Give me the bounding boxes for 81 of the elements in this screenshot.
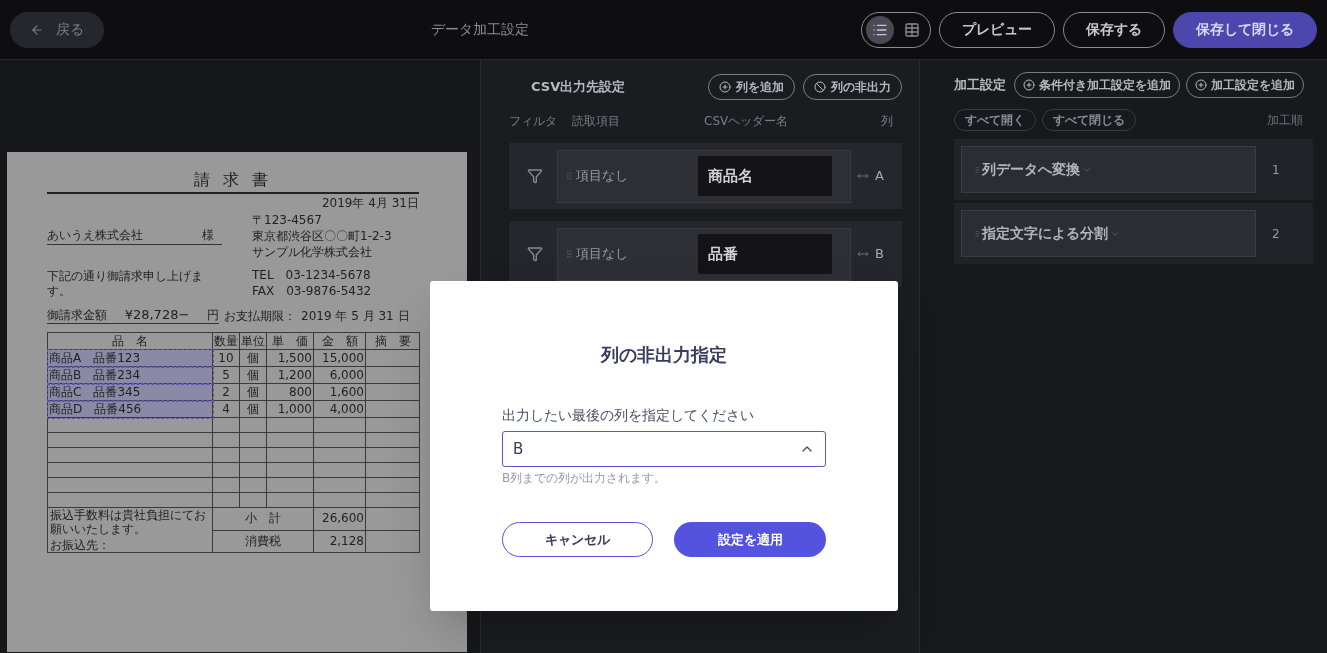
bank-label: お振込先：: [50, 538, 111, 552]
order-label: 加工順: [1267, 112, 1303, 129]
table-cell: 10: [212, 349, 240, 367]
header-name-field[interactable]: 品番: [697, 233, 834, 275]
table-cell: 商品C 品番345: [47, 383, 213, 401]
column-header: 列: [881, 113, 893, 130]
table-header: 摘 要: [365, 332, 420, 350]
view-toggle-option[interactable]: [866, 15, 894, 44]
filter-icon[interactable]: [527, 246, 543, 262]
total-value: 2,128: [313, 530, 366, 553]
read-item: 項目なし: [575, 167, 629, 186]
column-select[interactable]: B: [502, 431, 826, 467]
document-title: 請 求 書: [192, 170, 274, 190]
grid-icon: [904, 21, 920, 38]
invoice-date: 2019年 4月 31日: [320, 196, 419, 211]
recipient-name: あいうえ株式会社: [47, 228, 143, 243]
table-cell: 個: [239, 383, 267, 401]
table-cell: 5: [212, 366, 240, 384]
column-header: CSVヘッダー名: [704, 113, 790, 130]
process-step-card[interactable]: 列データへ変換: [961, 146, 1256, 193]
transfer-note: 振込手数料は貴社負担にてお願いいたします。: [50, 508, 207, 536]
honorific: 様: [202, 228, 214, 243]
sender-info: サンプル化学株式会社: [252, 245, 373, 260]
plus-circle-icon: [719, 81, 731, 93]
table-cell: 4: [212, 400, 240, 418]
table-cell: 15,000: [313, 349, 366, 367]
read-item: 項目なし: [575, 245, 629, 264]
table-cell: 個: [239, 349, 267, 367]
save-close-button[interactable]: 保存して閉じる: [1173, 11, 1317, 48]
table-cell: 1,200: [266, 366, 314, 384]
table-cell: 4,000: [313, 400, 366, 418]
due-label: お支払期限：: [224, 308, 296, 324]
process-step-name: 列データへ変換: [982, 160, 1080, 179]
sender-info: 〒123-4567: [252, 213, 323, 228]
amount-label: 御請求金額: [47, 307, 107, 323]
column-header: フィルタ: [509, 113, 558, 130]
total-label: 小 計: [212, 507, 314, 530]
helper-text: B列までの列が出力されます。: [502, 470, 668, 487]
table-cell: 1,500: [266, 349, 314, 367]
sender-info: 東京都渋谷区〇〇町1-2-3: [252, 229, 392, 244]
table-cell: 6,000: [313, 366, 366, 384]
page-title: データ加工設定: [431, 20, 529, 39]
table-header: 数量: [212, 332, 240, 350]
table-cell: 個: [239, 366, 267, 384]
table-cell: 1,600: [313, 383, 366, 401]
total-value: 26,600: [313, 507, 366, 530]
due-date: 2019 年 5 月 31 日: [301, 308, 410, 324]
section-title: CSV出力先設定: [531, 78, 626, 97]
back-button[interactable]: 戻る: [10, 11, 104, 48]
table-header: 金 額: [313, 332, 366, 350]
table-cell: 個: [239, 400, 267, 418]
table-header: 単 価: [266, 332, 314, 350]
plus-circle-icon: [1195, 79, 1207, 91]
total-label: 消費税: [212, 530, 314, 553]
table-cell: 商品B 品番234: [47, 366, 213, 384]
column-letter: A: [875, 167, 884, 186]
table-cell: 800: [266, 383, 314, 401]
plus-circle-icon: [1023, 79, 1035, 91]
column-letter: B: [875, 245, 884, 264]
process-step-name: 指定文字による分割: [982, 224, 1108, 243]
table-header: 単位: [239, 332, 267, 350]
table-cell: 1,000: [266, 400, 314, 418]
process-order-number: 2: [1272, 225, 1280, 243]
section-title: 加工設定: [954, 76, 1006, 95]
apply-button[interactable]: 設定を適用: [674, 522, 826, 557]
header-name-field[interactable]: 商品名: [697, 155, 834, 197]
amount-value: ¥28,728−: [124, 307, 190, 323]
dialog-title: 列の非出力指定: [601, 343, 727, 367]
table-cell: 商品D 品番456: [47, 400, 213, 418]
process-order-number: 1: [1272, 161, 1280, 179]
currency-label: 円: [207, 307, 219, 323]
process-step-card[interactable]: 指定文字による分割: [961, 210, 1256, 257]
table-cell: 2: [212, 383, 240, 401]
table-cell: 商品A 品番123: [47, 349, 213, 367]
greeting-text: 下記の通り御請求申し上げます。: [47, 269, 204, 299]
field-label: 出力したい最後の列を指定してください: [502, 406, 755, 425]
column-header: 読取項目: [572, 113, 621, 130]
contact-info: TEL 03-1234-5678: [252, 268, 372, 283]
prohibited-icon: [814, 81, 826, 93]
filter-icon[interactable]: [527, 168, 543, 184]
contact-info: FAX 03-9876-5432: [252, 284, 373, 299]
